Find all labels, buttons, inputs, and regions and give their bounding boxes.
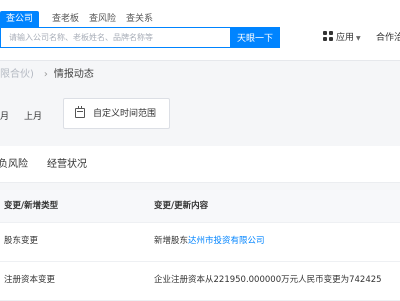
change-content-text: 新增股东 xyxy=(154,236,189,246)
date-filters: 月 上月 自定义时间范围 xyxy=(0,98,400,138)
breadcrumb-current: 情报动态 xyxy=(53,69,94,80)
change-content: 企业注册资本从221950.000000万元人民币变更为742425 xyxy=(154,275,382,285)
apps-label: 应用 xyxy=(336,33,355,43)
tab-operations[interactable]: 经营状况 xyxy=(47,158,87,172)
search-input[interactable] xyxy=(0,27,230,48)
search-button[interactable]: 天眼一下 xyxy=(230,27,280,48)
apps-menu[interactable]: 应用 ▼ xyxy=(323,31,361,45)
top-header: 查公司 查老板 查风险 查关系 天眼一下 应用▼ 合作洽 xyxy=(0,0,400,61)
chevron-down-icon: ▼ xyxy=(356,35,361,42)
column-header-type: 变更/新增类型 xyxy=(4,201,59,211)
section-tabs: 负风险 经营状况 xyxy=(0,146,400,183)
tab-boss[interactable]: 查老板 xyxy=(52,11,79,27)
change-table: 变更/新增类型 变更/更新内容 股东变更 新增股东达州市投资有限公司 注册资本变… xyxy=(0,190,400,301)
calendar-icon xyxy=(75,106,85,118)
table-header-row: 变更/新增类型 变更/更新内容 xyxy=(0,190,400,223)
tab-risk[interactable]: 查风险 xyxy=(89,11,116,27)
change-type: 股东变更 xyxy=(4,236,39,246)
breadcrumb: 限合伙) › 情报动态 xyxy=(0,68,94,82)
column-header-content: 变更/更新内容 xyxy=(154,201,209,211)
table-row: 注册资本变更 企业注册资本从221950.000000万元人民币变更为74242… xyxy=(0,261,400,301)
change-content: 新增股东达州市投资有限公司 xyxy=(154,235,265,247)
shareholder-link[interactable]: 达州市投资有限公司 xyxy=(188,236,265,246)
custom-range-button[interactable]: 自定义时间范围 xyxy=(63,98,170,129)
cooperation-link[interactable]: 合作洽 xyxy=(376,31,400,45)
tab-relation[interactable]: 查关系 xyxy=(126,11,153,27)
tab-company[interactable]: 查公司 xyxy=(0,11,40,27)
breadcrumb-parent[interactable]: 限合伙) xyxy=(0,69,34,80)
filter-this-month[interactable]: 月 xyxy=(0,111,9,123)
filter-last-month[interactable]: 上月 xyxy=(24,111,42,123)
table-row: 股东变更 新增股东达州市投资有限公司 xyxy=(0,222,400,262)
search-bar: 天眼一下 xyxy=(0,27,280,48)
grid-icon xyxy=(323,31,333,41)
change-type: 注册资本变更 xyxy=(4,275,56,285)
custom-range-label: 自定义时间范围 xyxy=(93,109,157,119)
tab-risk-section[interactable]: 负风险 xyxy=(0,158,28,172)
chevron-right-icon: › xyxy=(43,69,48,80)
